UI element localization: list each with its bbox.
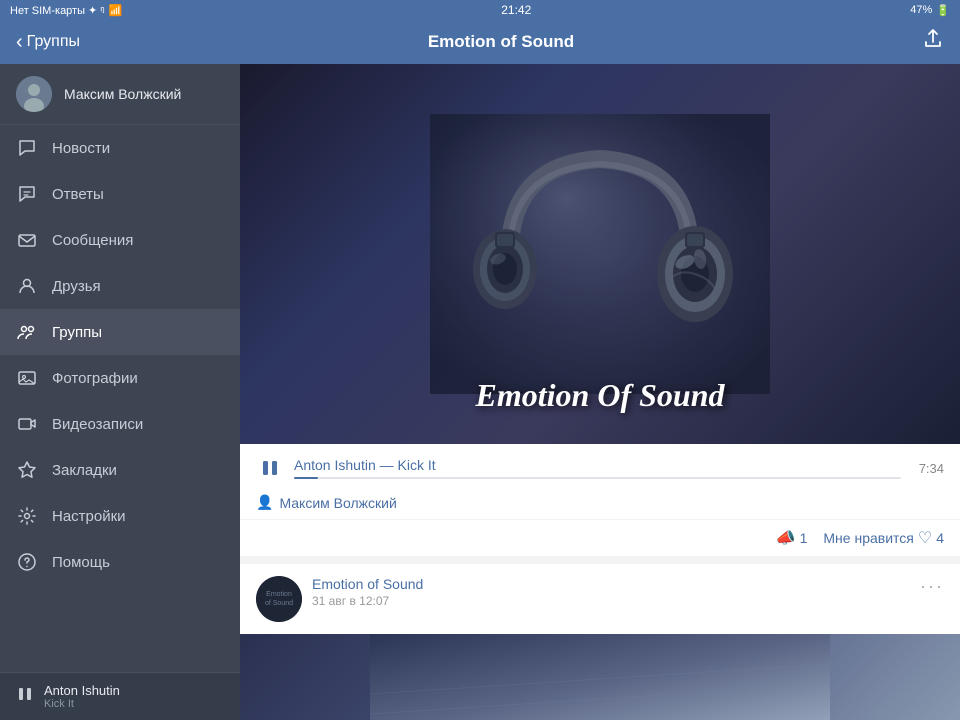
gear-icon — [16, 505, 38, 527]
reply-icon — [16, 183, 38, 205]
status-left: Нет SIM-карты ✦ ᵑ 📶 — [10, 4, 122, 17]
video-icon — [16, 413, 38, 435]
audio-player-row: Anton Ishutin — Kick It 7:34 — [240, 444, 960, 490]
content-area[interactable]: Emotion Of Sound Anton Ishutin — Kick It — [240, 64, 960, 720]
more-options-button[interactable]: ··· — [920, 576, 944, 597]
back-button[interactable]: ‹ Группы — [16, 31, 80, 54]
post-meta: 👤 Максим Волжский — [240, 490, 960, 519]
sidebar-item-label: Новости — [52, 140, 110, 157]
second-post-meta: Emotion of Sound 31 авг в 12:07 — [312, 576, 910, 608]
star-icon — [16, 459, 38, 481]
post-author[interactable]: Максим Волжский — [279, 495, 396, 511]
repost-icon: 📣 — [776, 528, 796, 548]
audio-track-name: Anton Ishutin — Kick It — [294, 457, 901, 473]
group-avatar: Emotion of Sound — [256, 576, 302, 622]
nav-bar: ‹ Группы Emotion of Sound — [0, 20, 960, 64]
sidebar-item-label: Группы — [52, 324, 102, 341]
second-post-image — [240, 634, 960, 720]
mini-player: Anton Ishutin Kick It — [0, 672, 240, 720]
repost-count: 1 — [800, 530, 808, 546]
mini-player-info: Anton Ishutin Kick It — [44, 683, 224, 710]
help-icon — [16, 551, 38, 573]
sidebar-item-messages[interactable]: Сообщения — [0, 217, 240, 263]
sidebar-item-friends[interactable]: Друзья — [0, 263, 240, 309]
photo-icon — [16, 367, 38, 389]
hero-image: Emotion Of Sound — [240, 64, 960, 444]
battery-icon: 🔋 — [936, 4, 950, 17]
sidebar-item-label: Помощь — [52, 554, 110, 571]
pause-button[interactable] — [256, 454, 284, 482]
sidebar-item-label: Закладки — [52, 462, 117, 479]
mail-icon — [16, 229, 38, 251]
sidebar: Максим Волжский Новости Ответы — [0, 64, 240, 720]
status-time: 21:42 — [501, 3, 531, 17]
audio-progress-bar[interactable] — [294, 477, 901, 479]
post-card-2: Emotion of Sound Emotion of Sound 31 авг… — [240, 564, 960, 720]
sidebar-header: Максим Волжский — [0, 64, 240, 125]
sidebar-item-help[interactable]: Помощь — [0, 539, 240, 585]
mini-player-title: Anton Ishutin — [44, 683, 224, 698]
sidebar-item-label: Ответы — [52, 186, 104, 203]
sidebar-item-photos[interactable]: Фотографии — [0, 355, 240, 401]
sidebar-item-label: Друзья — [52, 278, 101, 295]
person-icon — [16, 275, 38, 297]
nav-title: Emotion of Sound — [428, 32, 574, 52]
like-count: 4 — [936, 530, 944, 546]
sidebar-item-video[interactable]: Видеозаписи — [0, 401, 240, 447]
second-post-header: Emotion of Sound Emotion of Sound 31 авг… — [240, 564, 960, 634]
author-icon: 👤 — [256, 494, 273, 511]
group-icon — [16, 321, 38, 343]
svg-text:of Sound: of Sound — [265, 600, 293, 607]
post-actions: 📣 1 Мне нравится ♡ 4 — [240, 519, 960, 556]
heart-icon: ♡ — [918, 528, 932, 548]
sidebar-item-replies[interactable]: Ответы — [0, 171, 240, 217]
sidebar-item-settings[interactable]: Настройки — [0, 493, 240, 539]
hero-title-overlay: Emotion Of Sound — [476, 377, 725, 414]
second-post-date: 31 авг в 12:07 — [312, 594, 910, 608]
second-post-author[interactable]: Emotion of Sound — [312, 576, 910, 592]
sidebar-item-label: Настройки — [52, 508, 126, 525]
audio-duration: 7:34 — [919, 461, 944, 476]
back-chevron-icon: ‹ — [16, 31, 23, 54]
mini-pause-button[interactable] — [16, 685, 34, 708]
sidebar-item-groups[interactable]: Группы — [0, 309, 240, 355]
status-bar: Нет SIM-карты ✦ ᵑ 📶 21:42 47% 🔋 — [0, 0, 960, 20]
main-layout: Максим Волжский Новости Ответы — [0, 64, 960, 720]
audio-info: Anton Ishutin — Kick It — [294, 457, 901, 479]
battery-text: 47% — [910, 4, 932, 16]
like-button[interactable]: Мне нравится ♡ 4 — [823, 528, 944, 548]
mini-player-subtitle: Kick It — [44, 698, 224, 710]
status-right: 47% 🔋 — [910, 4, 950, 17]
sidebar-item-label: Сообщения — [52, 232, 133, 249]
sidebar-item-label: Фотографии — [52, 370, 138, 387]
sidebar-item-bookmarks[interactable]: Закладки — [0, 447, 240, 493]
sidebar-item-news[interactable]: Новости — [0, 125, 240, 171]
sidebar-nav: Новости Ответы Сообщения Д — [0, 125, 240, 672]
wifi-icon: 📶 — [109, 4, 123, 17]
share-button[interactable] — [922, 28, 944, 56]
sidebar-username: Максим Волжский — [64, 86, 181, 102]
avatar — [16, 76, 52, 112]
post-card-1: Emotion Of Sound Anton Ishutin — Kick It — [240, 64, 960, 556]
audio-progress-fill — [294, 477, 318, 479]
svg-text:Emotion: Emotion — [266, 591, 292, 598]
comment-icon — [16, 137, 38, 159]
back-label: Группы — [27, 33, 80, 51]
like-label: Мне нравится — [823, 530, 913, 546]
sidebar-item-label: Видеозаписи — [52, 416, 143, 433]
repost-button[interactable]: 📣 1 — [776, 528, 808, 548]
carrier-text: Нет SIM-карты ✦ ᵑ — [10, 4, 105, 17]
